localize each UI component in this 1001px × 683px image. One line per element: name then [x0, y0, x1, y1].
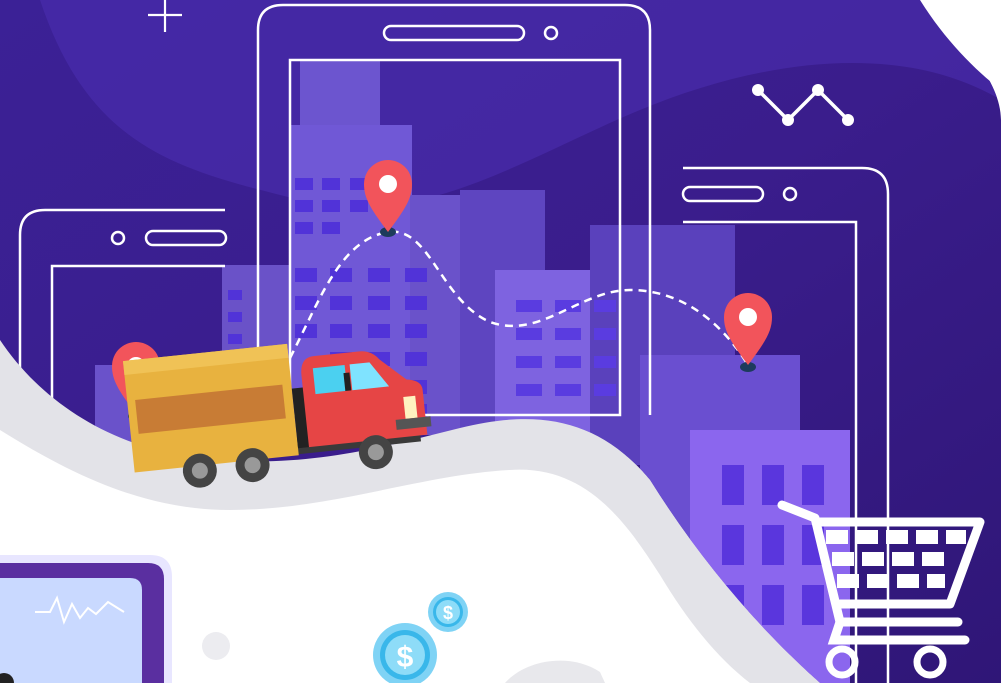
coin-symbol: $ [397, 641, 414, 674]
delivery-illustration: $ $ [0, 0, 1001, 683]
coin-symbol: $ [443, 603, 453, 623]
decor-dot [202, 632, 230, 660]
dollar-coin-icon: $ [428, 592, 468, 632]
analytics-panel [0, 555, 172, 683]
